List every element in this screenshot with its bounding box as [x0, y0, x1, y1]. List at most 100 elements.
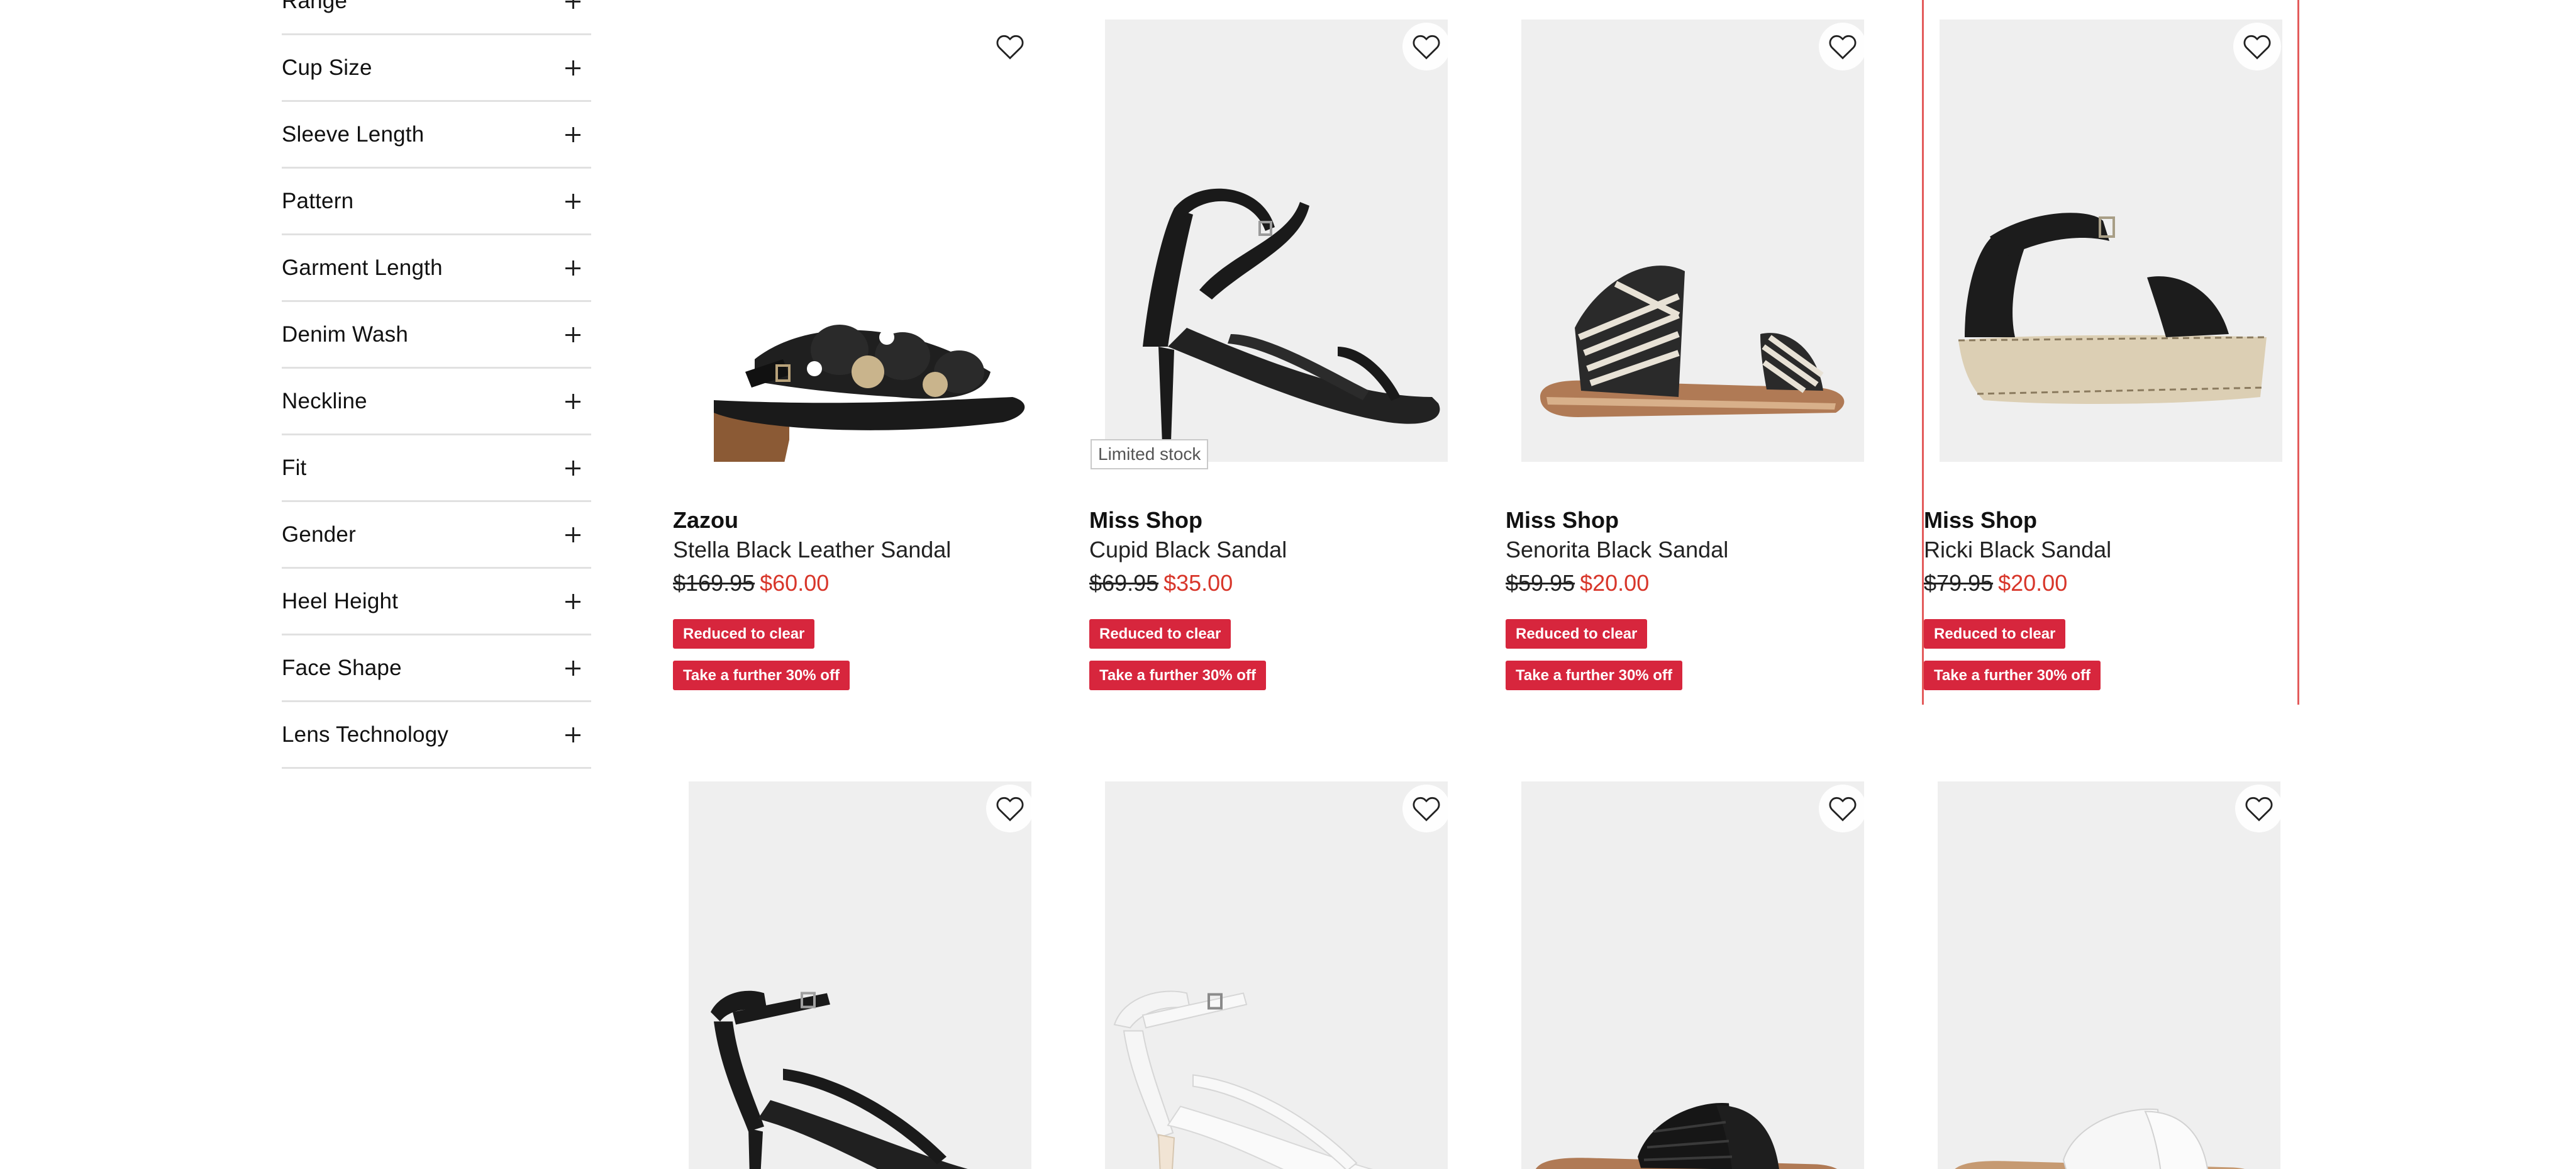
- product-card[interactable]: Miss Shop Ricki Black Sandal $79.95 $20.0…: [1922, 0, 2299, 705]
- promo-badge: Reduced to clear: [1089, 619, 1231, 649]
- filter-label: Sleeve Length: [282, 121, 425, 147]
- filter-label: Gender: [282, 522, 356, 547]
- wishlist-button[interactable]: [2233, 23, 2281, 70]
- filter-face-shape[interactable]: Face Shape: [282, 635, 591, 702]
- wishlist-button[interactable]: [1402, 23, 1450, 70]
- product-price: $169.95 $60.00: [673, 570, 829, 596]
- promo-badge: Take a further 30% off: [1506, 661, 1682, 690]
- heel-sandal-illustration: [1143, 188, 1440, 460]
- promo-badge: Take a further 30% off: [1924, 661, 2101, 690]
- plus-icon: [565, 393, 580, 409]
- wedge-sandal-illustration: [1958, 213, 2267, 405]
- filter-label: Pattern: [282, 188, 354, 213]
- plus-icon: [565, 460, 580, 476]
- heart-outline-icon: [1829, 35, 1857, 60]
- filter-denim-wash[interactable]: Denim Wash: [282, 302, 591, 369]
- product-card[interactable]: [1506, 762, 1883, 1169]
- product-card[interactable]: [1089, 762, 1467, 1169]
- heart-outline-icon: [1413, 35, 1440, 60]
- filter-garment-length[interactable]: Garment Length: [282, 235, 591, 302]
- filter-label: Range: [282, 0, 348, 13]
- heart-outline-icon: [996, 35, 1024, 60]
- product-brand: Miss Shop: [1924, 507, 2038, 533]
- wishlist-button[interactable]: [1819, 785, 1867, 832]
- price-original: $69.95: [1089, 570, 1159, 596]
- wishlist-button[interactable]: [1402, 785, 1450, 832]
- product-image[interactable]: [1521, 20, 1864, 462]
- product-name[interactable]: Senorita Black Sandal: [1506, 537, 1728, 563]
- promo-badge: Take a further 30% off: [1089, 661, 1266, 690]
- product-card[interactable]: [673, 762, 1050, 1169]
- filter-label: Denim Wash: [282, 322, 409, 347]
- filter-label: Neckline: [282, 388, 367, 413]
- filter-cup-size[interactable]: Cup Size: [282, 35, 591, 102]
- product-price: $79.95 $20.00: [1924, 570, 2067, 596]
- product-price: $69.95 $35.00: [1089, 570, 1233, 596]
- price-sale: $60.00: [760, 570, 830, 596]
- product-image[interactable]: [1521, 781, 1864, 1169]
- filter-label: Face Shape: [282, 655, 402, 680]
- product-name[interactable]: Stella Black Leather Sandal: [673, 537, 951, 563]
- product-card[interactable]: Limited stock Miss Shop Cupid Black Sand…: [1089, 0, 1467, 705]
- filter-gender[interactable]: Gender: [282, 502, 591, 569]
- product-image[interactable]: [1105, 781, 1448, 1169]
- heel-sandal-illustration: [711, 990, 968, 1169]
- product-card[interactable]: Miss Shop Senorita Black Sandal $59.95 $2…: [1506, 0, 1883, 705]
- product-name[interactable]: Ricki Black Sandal: [1924, 537, 2111, 563]
- promo-badge: Reduced to clear: [1924, 619, 2066, 649]
- limited-stock-tag: Limited stock: [1091, 439, 1209, 469]
- plus-icon: [565, 327, 580, 342]
- filter-label: Heel Height: [282, 588, 399, 613]
- product-image[interactable]: [1940, 20, 2282, 462]
- product-brand: Miss Shop: [1506, 507, 1619, 533]
- heel-sandal-illustration: [1113, 990, 1373, 1169]
- product-image[interactable]: [689, 781, 1031, 1169]
- plus-icon: [565, 727, 580, 742]
- filter-heel-height[interactable]: Heel Height: [282, 569, 591, 635]
- plus-icon: [565, 593, 580, 609]
- product-card[interactable]: [1922, 762, 2299, 1169]
- wishlist-button[interactable]: [2235, 785, 2283, 832]
- filter-label: Garment Length: [282, 255, 443, 280]
- filter-lens-technology[interactable]: Lens Technology: [282, 702, 591, 769]
- product-image[interactable]: [1105, 20, 1448, 462]
- filter-sleeve-length[interactable]: Sleeve Length: [282, 102, 591, 169]
- promo-badge: Reduced to clear: [673, 619, 815, 649]
- heart-outline-icon: [1413, 797, 1440, 822]
- product-image[interactable]: [1938, 781, 2280, 1169]
- filter-pattern[interactable]: Pattern: [282, 169, 591, 235]
- plus-icon: [565, 660, 580, 676]
- sandal-illustration: [714, 325, 1025, 462]
- plus-icon: [565, 60, 580, 76]
- product-image[interactable]: [689, 20, 1031, 462]
- filter-sidebar: Range Cup Size Sleeve Length Pattern Gar…: [282, 0, 591, 769]
- product-card[interactable]: Zazou Stella Black Leather Sandal $169.9…: [673, 0, 1050, 705]
- heart-outline-icon: [996, 797, 1024, 822]
- plus-icon: [565, 193, 580, 209]
- promo-badge: Take a further 30% off: [673, 661, 850, 690]
- slide-sandal-illustration: [1955, 1108, 2245, 1169]
- price-original: $59.95: [1506, 570, 1575, 596]
- filter-neckline[interactable]: Neckline: [282, 369, 591, 435]
- heart-outline-icon: [2245, 797, 2273, 822]
- wishlist-button[interactable]: [986, 785, 1034, 832]
- filter-label: Lens Technology: [282, 722, 449, 747]
- wishlist-button[interactable]: [986, 23, 1034, 70]
- slide-sandal-illustration: [1535, 1102, 1837, 1169]
- price-sale: $20.00: [1998, 570, 2068, 596]
- price-original: $79.95: [1924, 570, 1994, 596]
- product-name[interactable]: Cupid Black Sandal: [1089, 537, 1287, 563]
- price-original: $169.95: [673, 570, 755, 596]
- filter-range[interactable]: Range: [282, 0, 591, 35]
- promo-badge: Reduced to clear: [1506, 619, 1648, 649]
- flat-sandal-illustration: [1540, 266, 1845, 417]
- filter-label: Cup Size: [282, 55, 372, 80]
- plus-icon: [565, 0, 580, 9]
- product-listing-page: Range Cup Size Sleeve Length Pattern Gar…: [0, 0, 2576, 1169]
- price-sale: $35.00: [1163, 570, 1233, 596]
- plus-icon: [565, 260, 580, 276]
- product-brand: Zazou: [673, 507, 738, 533]
- wishlist-button[interactable]: [1819, 23, 1867, 70]
- filter-label: Fit: [282, 455, 307, 480]
- filter-fit[interactable]: Fit: [282, 435, 591, 502]
